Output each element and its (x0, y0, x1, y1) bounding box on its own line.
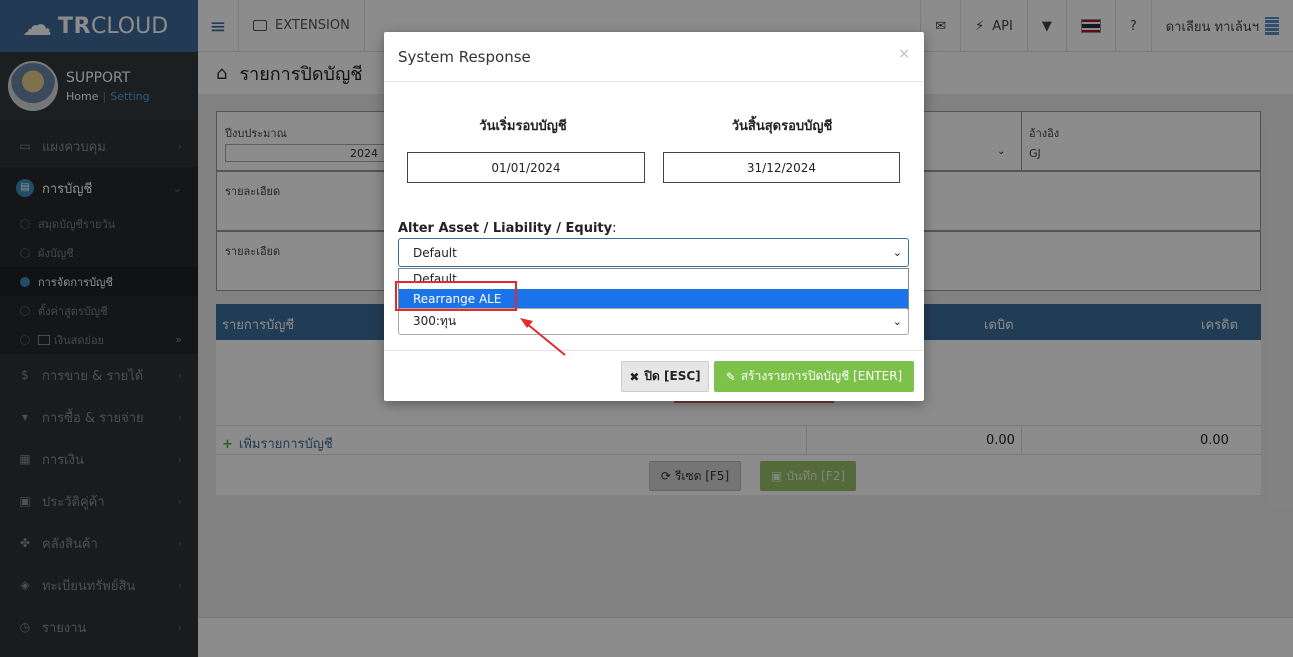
ale-label: Alter Asset / Liability / Equity: (398, 221, 617, 236)
modal-close-button[interactable]: ✖ ปิด [ESC] (621, 361, 709, 392)
end-date-label: วันสิ้นสุดรอบบัญชี (731, 119, 833, 134)
end-date-field[interactable]: 31/12/2024 (663, 152, 900, 183)
start-date-field[interactable]: 01/01/2024 (407, 152, 645, 183)
ale-select[interactable]: Default ⌄ (398, 238, 909, 267)
close-icon[interactable]: × (898, 46, 910, 62)
ale-selected-value: Default (413, 245, 457, 260)
system-response-modal: System Response × วันเริ่มรอบบัญชี วันสิ… (384, 32, 924, 401)
ale-label-text: Alter Asset / Liability / Equity (398, 221, 613, 236)
magic-wand-icon: ✎ (725, 369, 736, 384)
modal-title: System Response (398, 47, 531, 66)
modal-footer: ✖ ปิด [ESC] ✎ สร้างรายการปิดบัญชี [ENTER… (384, 350, 924, 401)
annotation-highlight-box (395, 281, 517, 311)
equity-account-select[interactable]: 300:ทุน ⌄ (398, 308, 909, 335)
create-closing-entry-button[interactable]: ✎ สร้างรายการปิดบัญชี [ENTER] (714, 361, 914, 392)
equity-selected-value: 300:ทุน (413, 314, 457, 328)
chevron-down-icon: ⌄ (892, 315, 902, 328)
x-icon: ✖ (629, 369, 640, 384)
create-closing-label: สร้างรายการปิดบัญชี [ENTER] (740, 369, 903, 383)
modal-header: System Response (384, 32, 924, 82)
start-date-label: วันเริ่มรอบบัญชี (479, 119, 567, 134)
modal-close-label: ปิด [ESC] (644, 369, 701, 383)
ale-label-colon: : (612, 221, 617, 236)
chevron-down-icon: ⌄ (892, 246, 902, 259)
